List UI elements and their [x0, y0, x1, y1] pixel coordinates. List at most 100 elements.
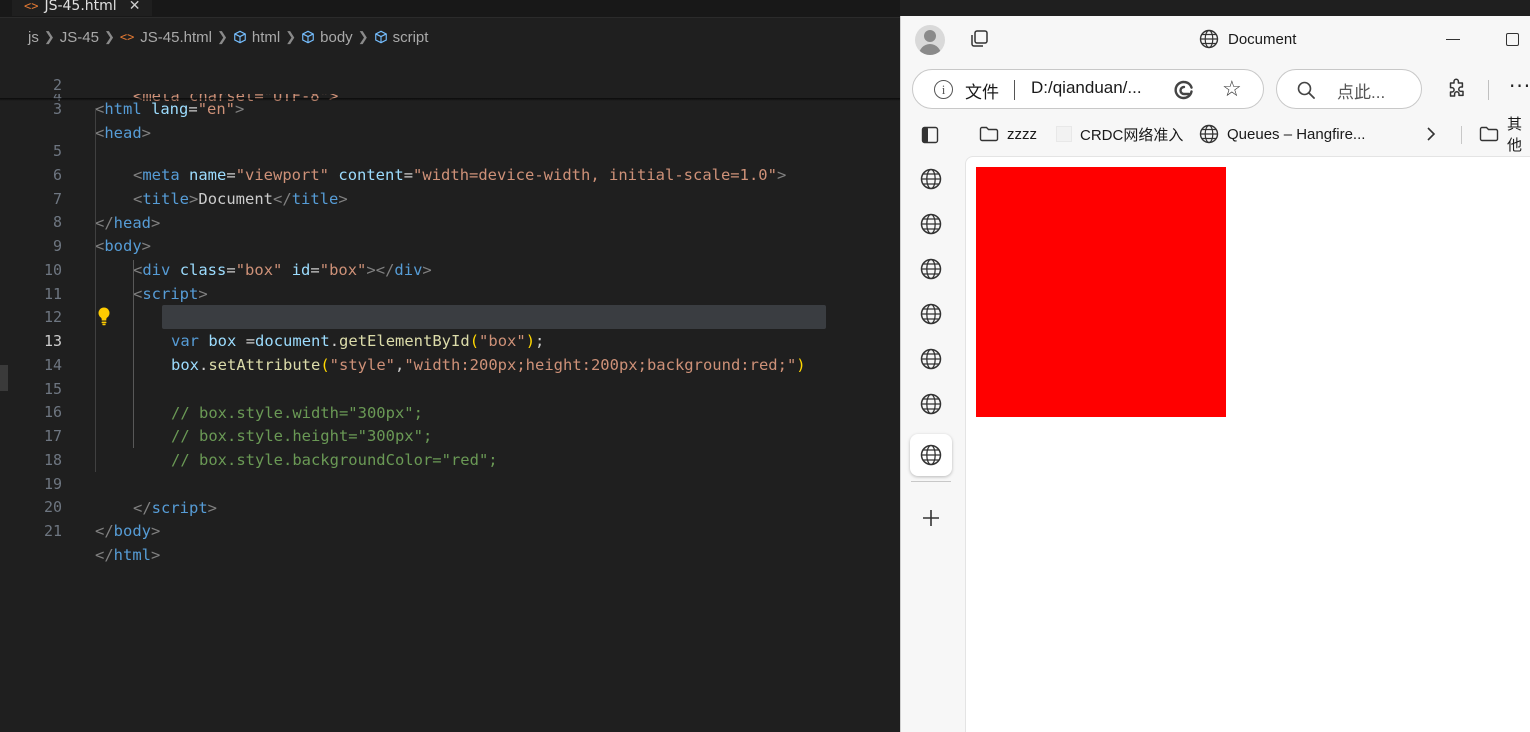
favorite-item-hangfire[interactable]: Queues – Hangfire...: [1199, 122, 1365, 146]
code-line: 8 <body>: [0, 186, 900, 255]
code-line: 10 <script>: [0, 234, 900, 303]
chevron-right-icon: ❯: [103, 29, 115, 44]
close-tab-icon[interactable]: ✕: [129, 0, 141, 16]
code-text: </body>: [95, 522, 161, 540]
code-editor[interactable]: <> JS-45.html ✕ js ❯ JS-45 ❯ <> JS-45.ht…: [0, 0, 900, 732]
extensions-icon[interactable]: [1446, 78, 1468, 100]
symbol-cube-icon: [374, 30, 387, 44]
chevron-right-icon: ❯: [357, 29, 369, 44]
code-line: 18: [0, 424, 900, 469]
favorites-overflow-chevron[interactable]: [1425, 122, 1437, 146]
favorite-item-zzzz[interactable]: zzzz: [979, 122, 1037, 146]
code-line: 7 </head>: [0, 163, 900, 232]
window-title: Document: [1199, 28, 1296, 50]
address-scheme-label: 文件: [965, 83, 999, 102]
folder-icon: [979, 126, 999, 142]
avatar-body: [919, 44, 941, 55]
edge-refresh-icon[interactable]: [1173, 79, 1195, 101]
address-toolbar: i 文件 D:/qianduan/... ☆ 点此... ···: [901, 66, 1530, 112]
code-line: 4 <meta charset="UTF-8">: [0, 94, 900, 110]
code-line: 21 </html>: [0, 495, 900, 564]
line-number: 21: [43, 522, 62, 540]
globe-icon[interactable]: [920, 213, 942, 235]
favorite-label: CRDC网络准入: [1080, 126, 1184, 144]
html-file-icon: <>: [119, 30, 135, 44]
line-number: 4: [0, 94, 62, 108]
address-bar[interactable]: i 文件 D:/qianduan/... ☆: [912, 69, 1264, 109]
favorite-label: zzzz: [1007, 125, 1037, 143]
breadcrumb: js ❯ JS-45 ❯ <> JS-45.html ❯ html ❯ body…: [28, 26, 428, 48]
globe-icon: [1199, 29, 1219, 49]
code-text: </html>: [95, 546, 161, 564]
window-title-text: Document: [1228, 30, 1297, 48]
search-box[interactable]: 点此...: [1276, 69, 1422, 109]
address-divider: [1014, 80, 1015, 100]
toolbar-divider: [1488, 80, 1489, 100]
code-line: 9 <div class="box" id="box"></div>: [0, 210, 900, 279]
favorites-divider: [1461, 126, 1462, 144]
editor-tab[interactable]: <> JS-45.html ✕: [12, 0, 153, 16]
indent-guide-active: [133, 260, 134, 448]
tab-actions-icon[interactable]: [968, 29, 990, 49]
maximize-button[interactable]: [1506, 33, 1519, 46]
favorite-label: Queues – Hangfire...: [1227, 125, 1366, 143]
favorite-label: 其他: [1507, 116, 1523, 154]
globe-icon[interactable]: [920, 348, 942, 370]
code-line: 16 // box.style.height="300px";: [0, 376, 900, 445]
indent-guide: [95, 108, 96, 472]
chevron-right-icon: ❯: [285, 29, 297, 44]
breadcrumb-item-folder[interactable]: JS-45: [60, 29, 99, 46]
chevron-right-icon: ❯: [217, 29, 228, 44]
code-line: 14: [0, 329, 900, 374]
html-file-icon: <>: [24, 0, 39, 13]
code-line: 11: [0, 258, 900, 303]
globe-icon[interactable]: [920, 168, 942, 190]
symbol-cube-icon: [302, 30, 314, 44]
globe-icon[interactable]: [920, 258, 942, 280]
address-url[interactable]: D:/qianduan/...: [1031, 78, 1142, 98]
avatar-head: [924, 30, 936, 42]
symbol-cube-icon: [234, 30, 246, 44]
vertical-tabs-sidebar: [901, 156, 965, 732]
breadcrumb-item-file[interactable]: JS-45.html: [140, 29, 212, 46]
code-line: 5 <meta name="viewport" content="width=d…: [0, 115, 900, 184]
code-line: 20 </body>: [0, 471, 900, 540]
code-line: 6 <title>Document</title>: [0, 139, 900, 208]
browser-window: Document i 文件 D:/qianduan/... ☆ 点此... ··…: [900, 16, 1530, 732]
code-line: 19 </script>: [0, 448, 900, 517]
editor-tab-label: JS-45.html: [44, 0, 117, 14]
globe-icon[interactable]: [920, 393, 942, 415]
code-line: 15 // box.style.width="300px";: [0, 353, 900, 422]
profile-avatar-icon[interactable]: [915, 25, 945, 55]
breadcrumb-item-js[interactable]: js: [28, 29, 39, 46]
blank-favicon-icon: [1056, 126, 1072, 142]
sidebar-toggle-icon[interactable]: [921, 126, 939, 144]
page-viewport[interactable]: [965, 156, 1530, 732]
breadcrumb-item-script[interactable]: script: [393, 29, 429, 46]
code-line: 2 <html lang="en">: [0, 49, 900, 118]
chevron-right-icon: [1427, 127, 1436, 141]
breadcrumb-item-html[interactable]: html: [252, 29, 280, 46]
red-box: [976, 167, 1226, 417]
globe-icon: [1199, 124, 1219, 144]
search-icon: [1297, 81, 1315, 99]
favorite-item-other[interactable]: 其他: [1479, 116, 1530, 154]
code-line-active: 13 box.setAttribute("style","width:200px…: [0, 305, 900, 374]
globe-icon[interactable]: [920, 303, 942, 325]
sticky-scroll-shadow: [0, 98, 900, 101]
more-menu-icon[interactable]: ···: [1509, 74, 1530, 98]
new-tab-plus-icon[interactable]: [921, 508, 941, 528]
browser-title-bar: Document: [901, 16, 1530, 62]
editor-tab-bar: <> JS-45.html ✕: [0, 0, 900, 18]
favorite-item-crdc[interactable]: CRDC网络准入: [1056, 122, 1183, 146]
code-text: <meta charset="UTF-8">: [133, 94, 338, 108]
chevron-right-icon: ❯: [43, 29, 55, 44]
code-line: 12 var box =document.getElementById("box…: [0, 281, 900, 350]
folder-icon: [1479, 126, 1499, 142]
favorite-star-icon[interactable]: ☆: [1222, 76, 1242, 102]
search-placeholder: 点此...: [1337, 83, 1386, 102]
info-icon[interactable]: i: [934, 80, 953, 99]
globe-icon[interactable]: [920, 444, 942, 466]
minimize-button[interactable]: [1446, 39, 1460, 40]
breadcrumb-item-body[interactable]: body: [320, 29, 353, 46]
